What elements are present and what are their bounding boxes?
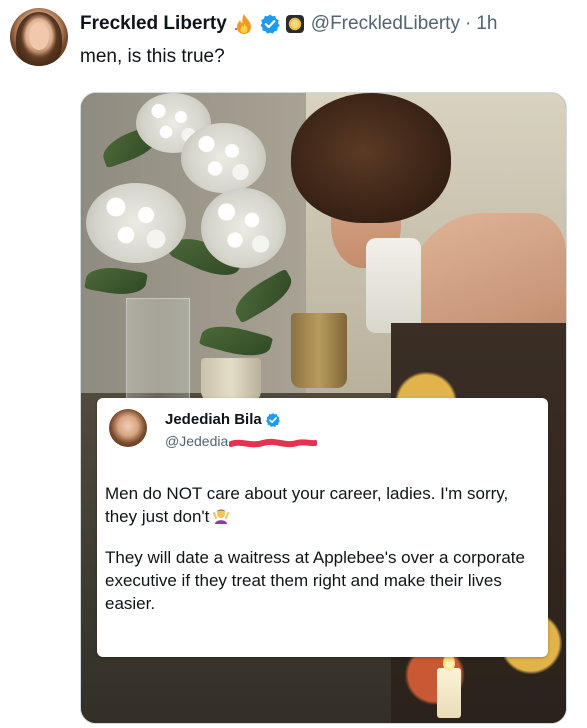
glass-vase [126, 298, 190, 400]
embedded-author-handle: @Jededia [165, 433, 229, 449]
author-handle[interactable]: @FreckledLiberty [311, 13, 460, 35]
post-timestamp[interactable]: 1h [476, 13, 497, 35]
verified-icon [265, 412, 281, 428]
embedded-tweet-text: Men do NOT care about your career, ladie… [105, 482, 537, 615]
woman-gesturing-emoji-icon [212, 507, 230, 525]
embedded-author-row: Jedediah Bila [165, 411, 281, 428]
hydrangea-flower [181, 123, 266, 193]
embedded-paragraph: Men do NOT care about your career, ladie… [105, 482, 537, 528]
author-name[interactable]: Freckled Liberty [80, 13, 227, 35]
author-avatar[interactable] [10, 8, 68, 66]
post-header: Freckled Liberty @FreckledLiberty · 1h [80, 12, 497, 36]
plant-pot [201, 358, 261, 403]
woman-hair [291, 93, 451, 223]
hydrangea-flower [86, 183, 186, 263]
candle [437, 668, 461, 718]
embedded-paragraph: They will date a waitress at Applebee's … [105, 548, 525, 613]
gold-badge-icon [285, 14, 305, 34]
plant-pot [291, 313, 347, 388]
fire-icon [232, 13, 256, 35]
embedded-author-name: Jedediah Bila [165, 411, 262, 428]
avatar-face [29, 22, 49, 50]
separator-dot: · [464, 13, 472, 34]
verified-icon [259, 13, 281, 35]
hydrangea-flower [201, 188, 286, 268]
embedded-author-avatar [109, 409, 147, 447]
redaction-scribble [229, 438, 317, 448]
heart-icon [508, 626, 540, 654]
embedded-tweet-card: Jedediah Bila @Jededia Men do NOT care a… [97, 398, 548, 657]
embedded-paragraph-1: Men do NOT care about your career, ladie… [105, 484, 509, 526]
stacked-cups [366, 238, 421, 333]
post-text: men, is this true? [80, 46, 225, 67]
